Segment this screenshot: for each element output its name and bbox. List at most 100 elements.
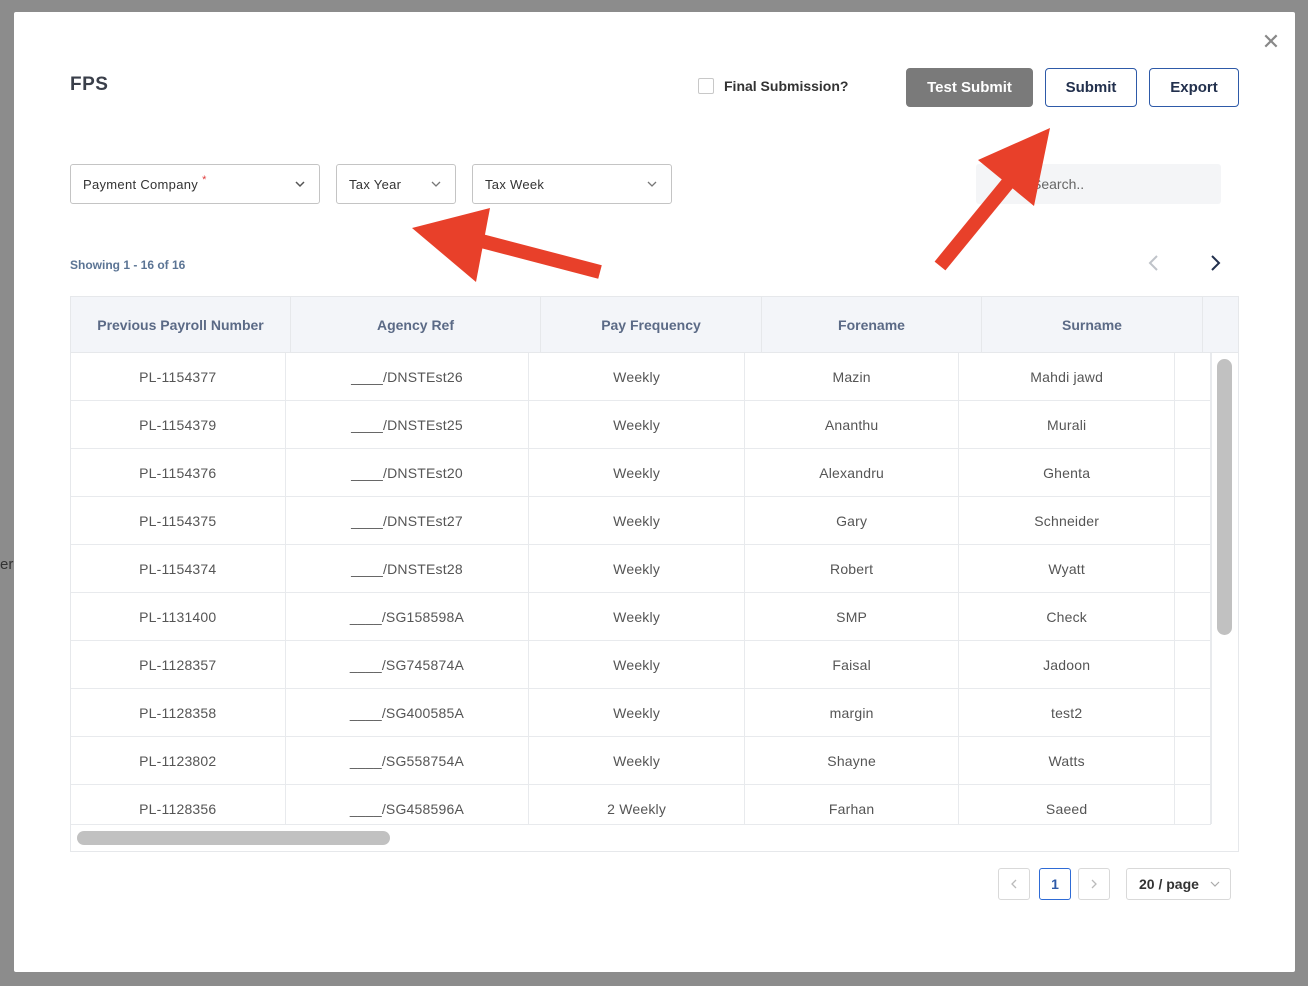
table-cell: Check (959, 593, 1175, 640)
table-cell: Weekly (529, 401, 745, 448)
table-cell: PL-1123802 (71, 737, 286, 784)
table-cell-partial (1175, 689, 1211, 736)
vertical-scrollbar-thumb[interactable] (1217, 359, 1232, 635)
export-button[interactable]: Export (1149, 68, 1239, 107)
table-cell: ____/DNSTEst20 (286, 449, 530, 496)
table-cell: PL-1154376 (71, 449, 286, 496)
table-cell-partial (1175, 497, 1211, 544)
table-cell-partial (1175, 641, 1211, 688)
table-cell: Wyatt (959, 545, 1175, 592)
final-submission-checkbox[interactable]: Final Submission? (698, 78, 848, 94)
table-cell: ____/SG558754A (286, 737, 530, 784)
page-size-label: 20 / page (1139, 876, 1199, 892)
table-row[interactable]: PL-1131400 ____/SG158598A Weekly SMP Check (71, 593, 1211, 641)
table-cell: PL-1128357 (71, 641, 286, 688)
table-cell: ____/SG745874A (286, 641, 530, 688)
payment-company-label: Payment Company (83, 176, 199, 192)
table-cell: Weekly (529, 641, 745, 688)
column-header[interactable]: Previous Payroll Number (71, 297, 291, 353)
fps-modal: ✕ FPS Final Submission? Test Submit Subm… (14, 12, 1295, 972)
table-cell: PL-1131400 (71, 593, 286, 640)
tax-year-label: Tax Year (349, 176, 402, 192)
table-cell-partial (1175, 593, 1211, 640)
table-cell: Faisal (745, 641, 960, 688)
chevron-right-icon (1091, 879, 1097, 889)
table-cell-partial (1175, 545, 1211, 592)
fps-table: Previous Payroll Number Agency Ref Pay F… (70, 296, 1239, 852)
table-cell: PL-1128358 (71, 689, 286, 736)
table-cell-partial (1175, 353, 1211, 400)
chevron-down-icon (431, 181, 441, 187)
table-cell: ____/SG400585A (286, 689, 530, 736)
table-cell: PL-1154379 (71, 401, 286, 448)
search-input[interactable] (976, 164, 1221, 204)
required-mark: * (202, 174, 207, 186)
table-cell: SMP (745, 593, 960, 640)
chevron-down-icon (1210, 881, 1220, 887)
close-icon[interactable]: ✕ (1259, 30, 1283, 54)
table-row[interactable]: PL-1128357 ____/SG745874A Weekly Faisal Jado… (71, 641, 1211, 689)
table-cell: ____/DNSTEst26 (286, 353, 530, 400)
chevron-down-icon (647, 181, 657, 187)
table-cell-partial (1175, 785, 1211, 824)
table-cell: 2 Weekly (529, 785, 745, 824)
pagination-prev-button[interactable] (998, 868, 1030, 900)
table-cell: Farhan (745, 785, 960, 824)
table-cell: ____/SG458596A (286, 785, 530, 824)
page-size-select[interactable]: 20 / page (1126, 868, 1231, 900)
modal-title: FPS (70, 74, 109, 95)
table-cell: Weekly (529, 353, 745, 400)
submit-button[interactable]: Submit (1045, 68, 1137, 107)
showing-count: Showing 1 - 16 of 16 (70, 258, 186, 272)
chevron-down-icon (295, 181, 305, 188)
table-row[interactable]: PL-1154379 ____/DNSTEst25 Weekly Ananthu Mur… (71, 401, 1211, 449)
table-cell: Weekly (529, 689, 745, 736)
table-cell: ____/DNSTEst25 (286, 401, 530, 448)
table-cell: Mahdi jawd (959, 353, 1175, 400)
table-cell: Ananthu (745, 401, 960, 448)
table-cell: Weekly (529, 497, 745, 544)
table-row[interactable]: PL-1154376 ____/DNSTEst20 Weekly Alexandru G… (71, 449, 1211, 497)
table-cell: Schneider (959, 497, 1175, 544)
table-cell: test2 (959, 689, 1175, 736)
tax-year-select[interactable]: Tax Year (336, 164, 456, 204)
column-header-partial (1203, 297, 1238, 353)
pagination-page-1[interactable]: 1 (1039, 868, 1071, 900)
table-cell: ____/DNSTEst27 (286, 497, 530, 544)
chevron-left-icon (1011, 879, 1017, 889)
table-row[interactable]: PL-1123802 ____/SG558754A Weekly Shayne Watt… (71, 737, 1211, 785)
column-header[interactable]: Surname (982, 297, 1203, 353)
table-cell: PL-1128356 (71, 785, 286, 824)
table-cell: Weekly (529, 737, 745, 784)
table-cell: Gary (745, 497, 960, 544)
tax-week-label: Tax Week (485, 176, 545, 192)
table-cell: Ghenta (959, 449, 1175, 496)
chevron-right-icon[interactable] (1205, 252, 1225, 274)
column-header[interactable]: Agency Ref (291, 297, 541, 353)
table-cell-partial (1175, 401, 1211, 448)
checkbox-box[interactable] (698, 78, 714, 94)
column-header[interactable]: Pay Frequency (541, 297, 762, 353)
table-cell: Murali (959, 401, 1175, 448)
table-row[interactable]: PL-1154377 ____/DNSTEst26 Weekly Mazin Mahdi… (71, 353, 1211, 401)
table-cell-partial (1175, 449, 1211, 496)
horizontal-scrollbar-thumb[interactable] (77, 831, 390, 845)
column-header[interactable]: Forename (762, 297, 982, 353)
table-header: Previous Payroll Number Agency Ref Pay F… (71, 297, 1238, 353)
table-cell: Mazin (745, 353, 960, 400)
table-cell: PL-1154374 (71, 545, 286, 592)
table-row[interactable]: PL-1154375 ____/DNSTEst27 Weekly Gary Schnei… (71, 497, 1211, 545)
table-cell: Watts (959, 737, 1175, 784)
background-text-fragment: er (0, 556, 14, 573)
table-row[interactable]: PL-1128358 ____/SG400585A Weekly margin test… (71, 689, 1211, 737)
table-row[interactable]: PL-1128356 ____/SG458596A 2 Weekly Farhan Sa… (71, 785, 1211, 824)
table-row[interactable]: PL-1154374 ____/DNSTEst28 Weekly Robert Wyat… (71, 545, 1211, 593)
test-submit-button[interactable]: Test Submit (906, 68, 1033, 107)
payment-company-select[interactable]: Payment Company * (70, 164, 320, 204)
pagination-next-button[interactable] (1078, 868, 1110, 900)
chevron-left-icon[interactable] (1144, 252, 1164, 274)
tax-week-select[interactable]: Tax Week (472, 164, 672, 204)
table-cell: ____/DNSTEst28 (286, 545, 530, 592)
table-cell: Shayne (745, 737, 960, 784)
table-cell: Weekly (529, 593, 745, 640)
